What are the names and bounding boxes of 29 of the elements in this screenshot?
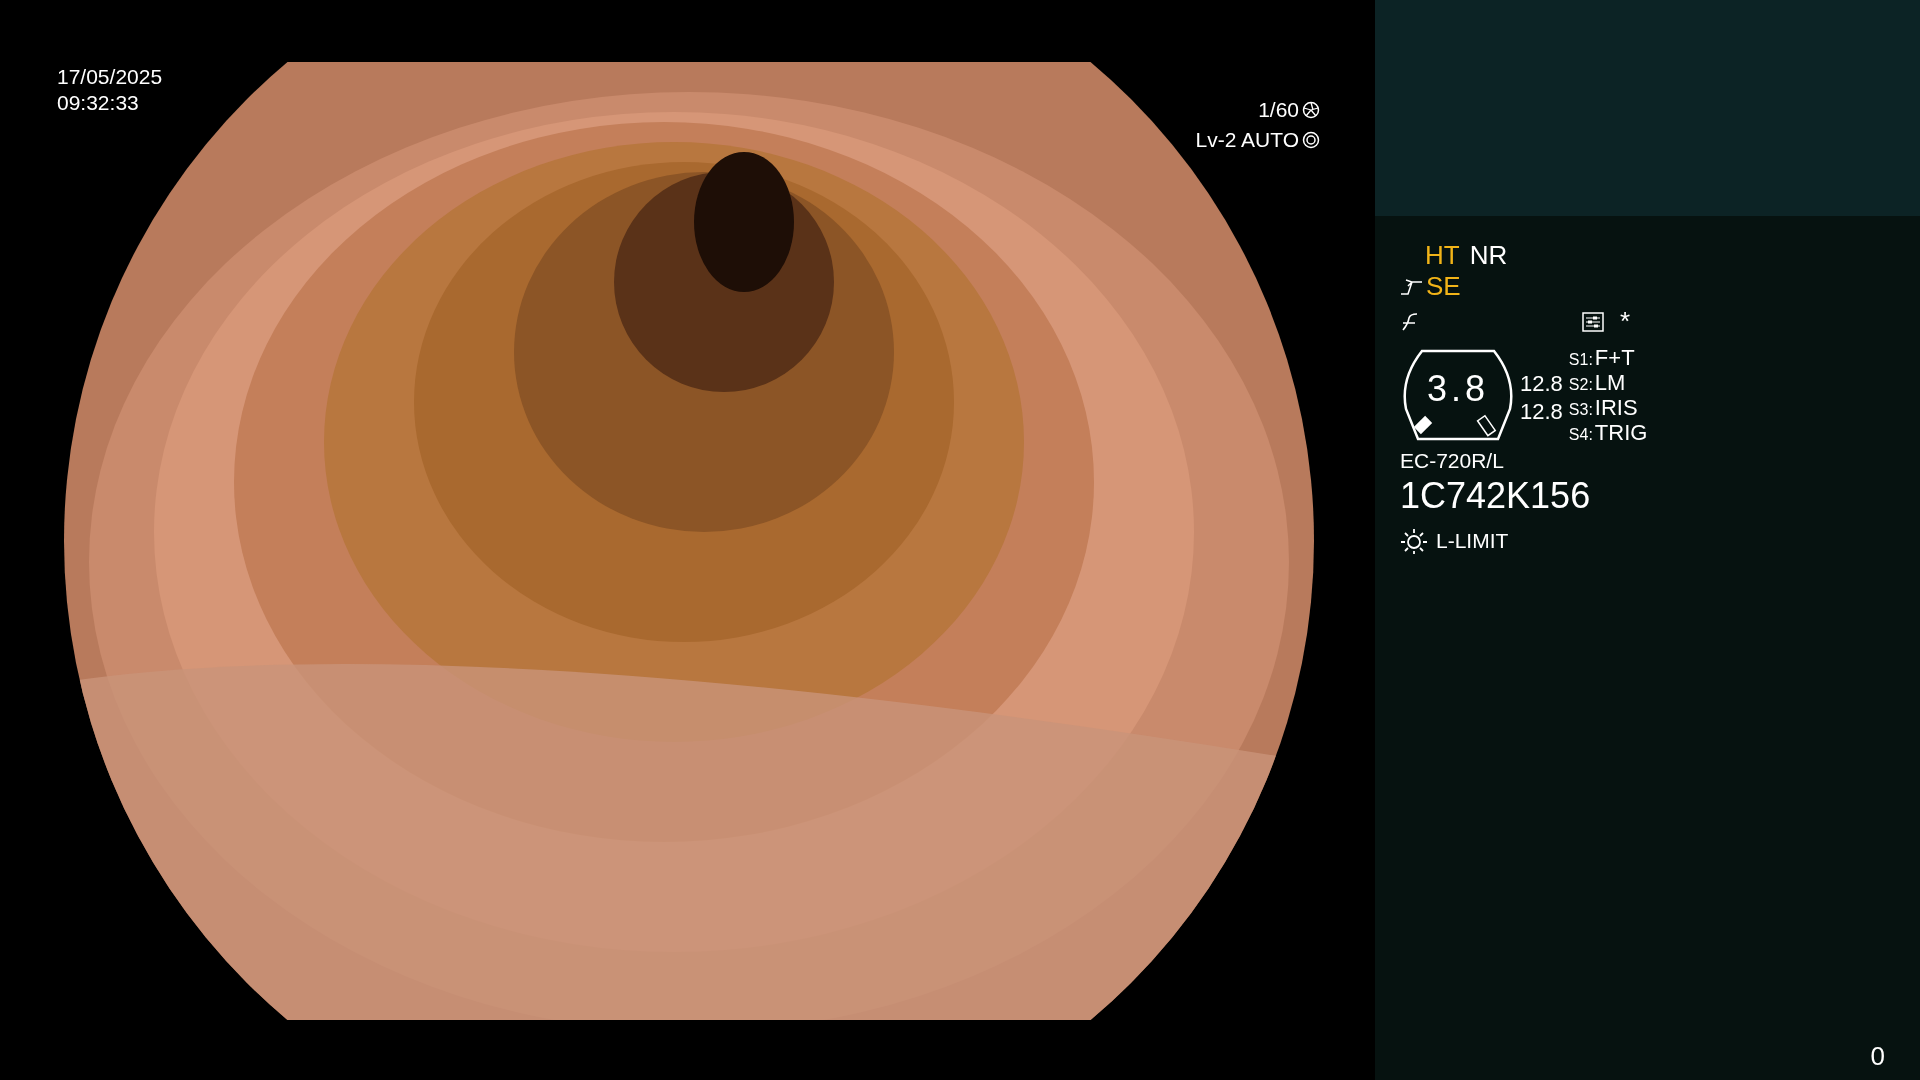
settings-icon — [1582, 311, 1604, 332]
switch-key: S2: — [1568, 376, 1593, 394]
counter-text: 0 — [1870, 1041, 1885, 1072]
gamma-icon — [1400, 311, 1420, 332]
switch-value: IRIS — [1594, 395, 1638, 421]
shutter-text: 1/60 — [1258, 98, 1299, 122]
switch-key: S3: — [1568, 401, 1593, 419]
switch-value: TRIG — [1594, 420, 1648, 446]
mode-label: NR — [1469, 240, 1508, 271]
marker-text: * — [1620, 306, 1631, 337]
switch-value: F+T — [1594, 345, 1635, 371]
reading-text: 12.8 — [1520, 399, 1563, 425]
scope-model: EC-720R/L — [1400, 449, 1505, 473]
aperture-icon — [1302, 101, 1320, 119]
exposure-text: Lv-2 AUTO — [1195, 128, 1299, 152]
switch-key: S4: — [1568, 426, 1593, 444]
switch-value: LM — [1594, 370, 1626, 396]
switch-key: S1: — [1568, 351, 1593, 369]
date-text: 17/05/2025 — [57, 64, 163, 90]
light-status: L-LIMIT — [1436, 529, 1509, 553]
lamp-icon — [1400, 527, 1428, 555]
scope-serial: 1C742K156 — [1400, 475, 1592, 517]
gauge-value: 3.8 — [1426, 368, 1489, 410]
reading-text: 12.8 — [1520, 371, 1563, 397]
mode-label: SE — [1426, 271, 1461, 302]
mode-label: HT — [1425, 240, 1460, 271]
time-text: 09:32:33 — [57, 90, 140, 116]
iris-icon — [1302, 131, 1320, 149]
curve-icon — [1400, 277, 1424, 296]
